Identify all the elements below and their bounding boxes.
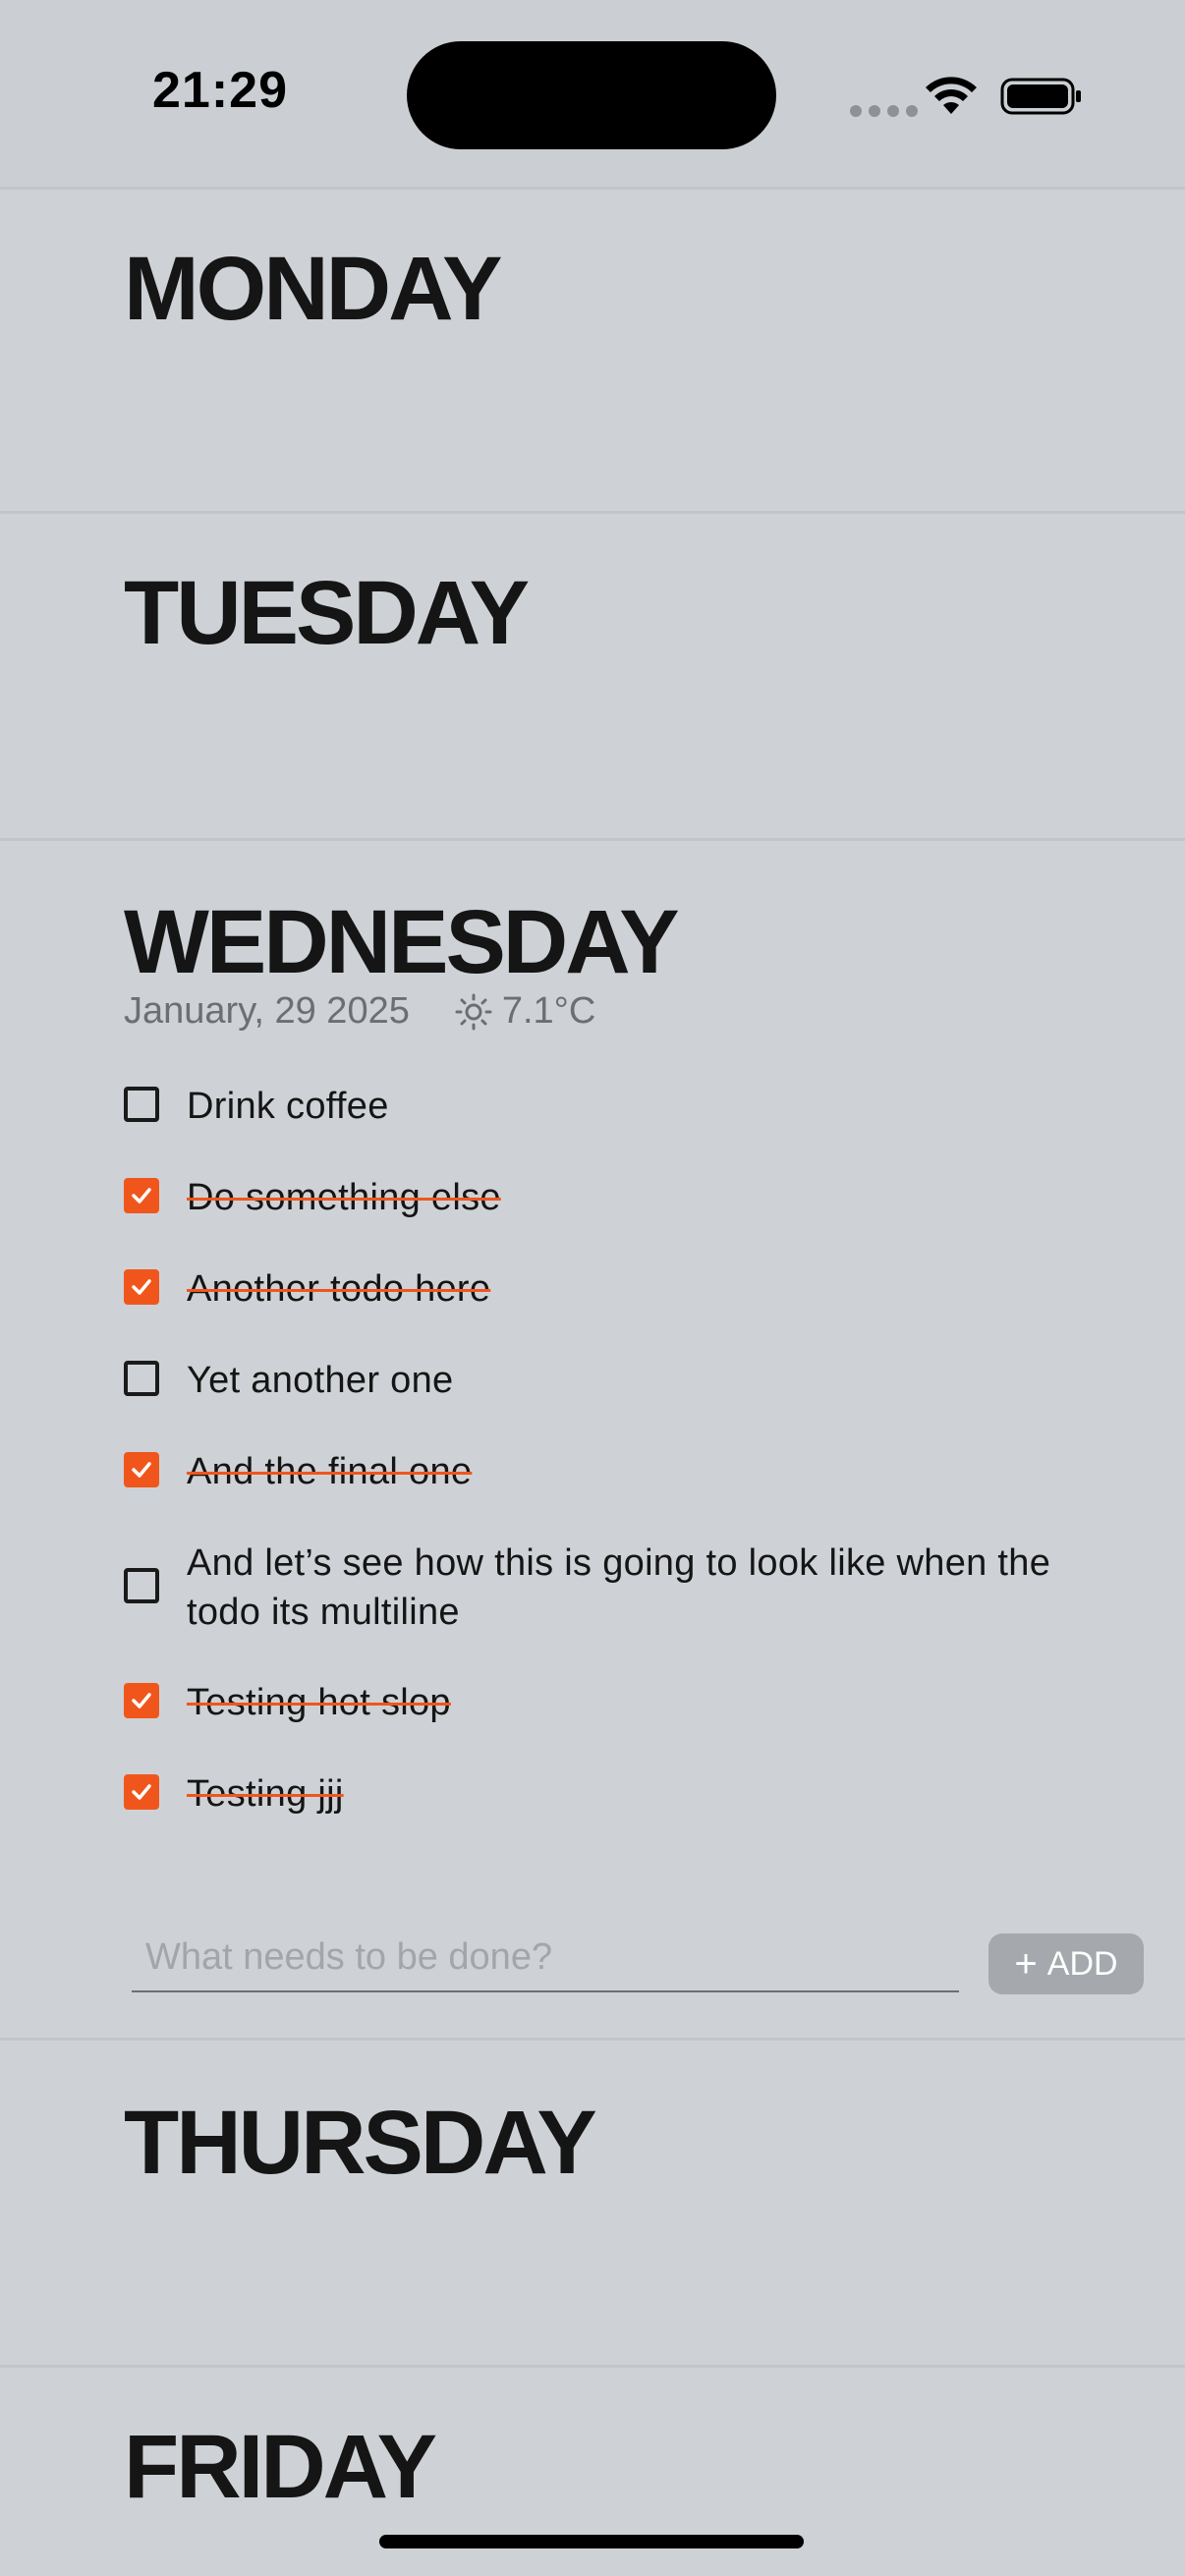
check-icon [132, 1784, 151, 1800]
day-title-tuesday: TUESDAY [124, 563, 530, 663]
todo-checkbox[interactable] [124, 1568, 159, 1603]
day-title-friday: FRIDAY [124, 2417, 437, 2517]
weather: 7.1°C [455, 990, 595, 1033]
todo-text: Yet another one [187, 1360, 454, 1401]
todo-item[interactable]: Do something else [124, 1173, 1106, 1222]
home-indicator[interactable] [379, 2535, 804, 2548]
battery-icon [1000, 78, 1081, 115]
todo-checkbox[interactable] [124, 1452, 159, 1487]
todo-item[interactable]: Testing hot slop [124, 1678, 1106, 1727]
check-icon [132, 1279, 151, 1295]
wifi-icon [926, 77, 977, 114]
day-title-wednesday: WEDNESDAY [124, 892, 680, 992]
todo-item[interactable]: Yet another one [124, 1356, 1106, 1405]
check-icon [132, 1188, 151, 1204]
todo-item[interactable]: Another todo here [124, 1264, 1106, 1314]
sun-icon [455, 993, 492, 1030]
todo-checkbox[interactable] [124, 1683, 159, 1718]
check-icon [132, 1462, 151, 1478]
check-icon [132, 1693, 151, 1708]
add-button-label: ADD [1046, 1944, 1118, 1983]
todo-item[interactable]: And let’s see how this is going to look … [124, 1539, 1106, 1637]
day-title-monday: MONDAY [124, 239, 502, 339]
add-button[interactable]: + ADD [988, 1933, 1144, 1994]
new-todo-input[interactable] [132, 1924, 959, 1992]
day-section-monday[interactable]: MONDAY [0, 187, 1185, 514]
day-section-tuesday[interactable]: TUESDAY [0, 514, 1185, 841]
day-meta: January, 29 2025 7.1°C [124, 990, 595, 1033]
signal-dots-icon [850, 105, 919, 117]
todo-text: Testing hot slop [187, 1682, 451, 1723]
todo-text: Do something else [187, 1177, 501, 1218]
status-time: 21:29 [152, 62, 288, 119]
day-section-thursday[interactable]: THURSDAY [0, 2041, 1185, 2368]
todo-text: Drink coffee [187, 1086, 389, 1127]
todo-item[interactable]: Testing jjj [124, 1769, 1106, 1819]
todo-item[interactable]: And the final one [124, 1447, 1106, 1496]
todo-checkbox[interactable] [124, 1087, 159, 1122]
todo-item[interactable]: Drink coffee [124, 1082, 1106, 1131]
date-label: January, 29 2025 [124, 990, 410, 1032]
todo-text: Another todo here [187, 1268, 491, 1310]
todo-text: And let’s see how this is going to look … [187, 1542, 1051, 1633]
plus-icon: + [1014, 1942, 1038, 1986]
temperature-label: 7.1°C [501, 990, 596, 1032]
dynamic-island [407, 41, 776, 149]
status-bar: 21:29 [0, 0, 1185, 190]
todo-checkbox[interactable] [124, 1361, 159, 1396]
todo-checkbox[interactable] [124, 1269, 159, 1305]
todo-text: Testing jjj [187, 1773, 344, 1815]
day-title-thursday: THURSDAY [124, 2093, 597, 2193]
todo-text: And the final one [187, 1451, 473, 1492]
todo-checkbox[interactable] [124, 1178, 159, 1213]
todo-checkbox[interactable] [124, 1774, 159, 1810]
